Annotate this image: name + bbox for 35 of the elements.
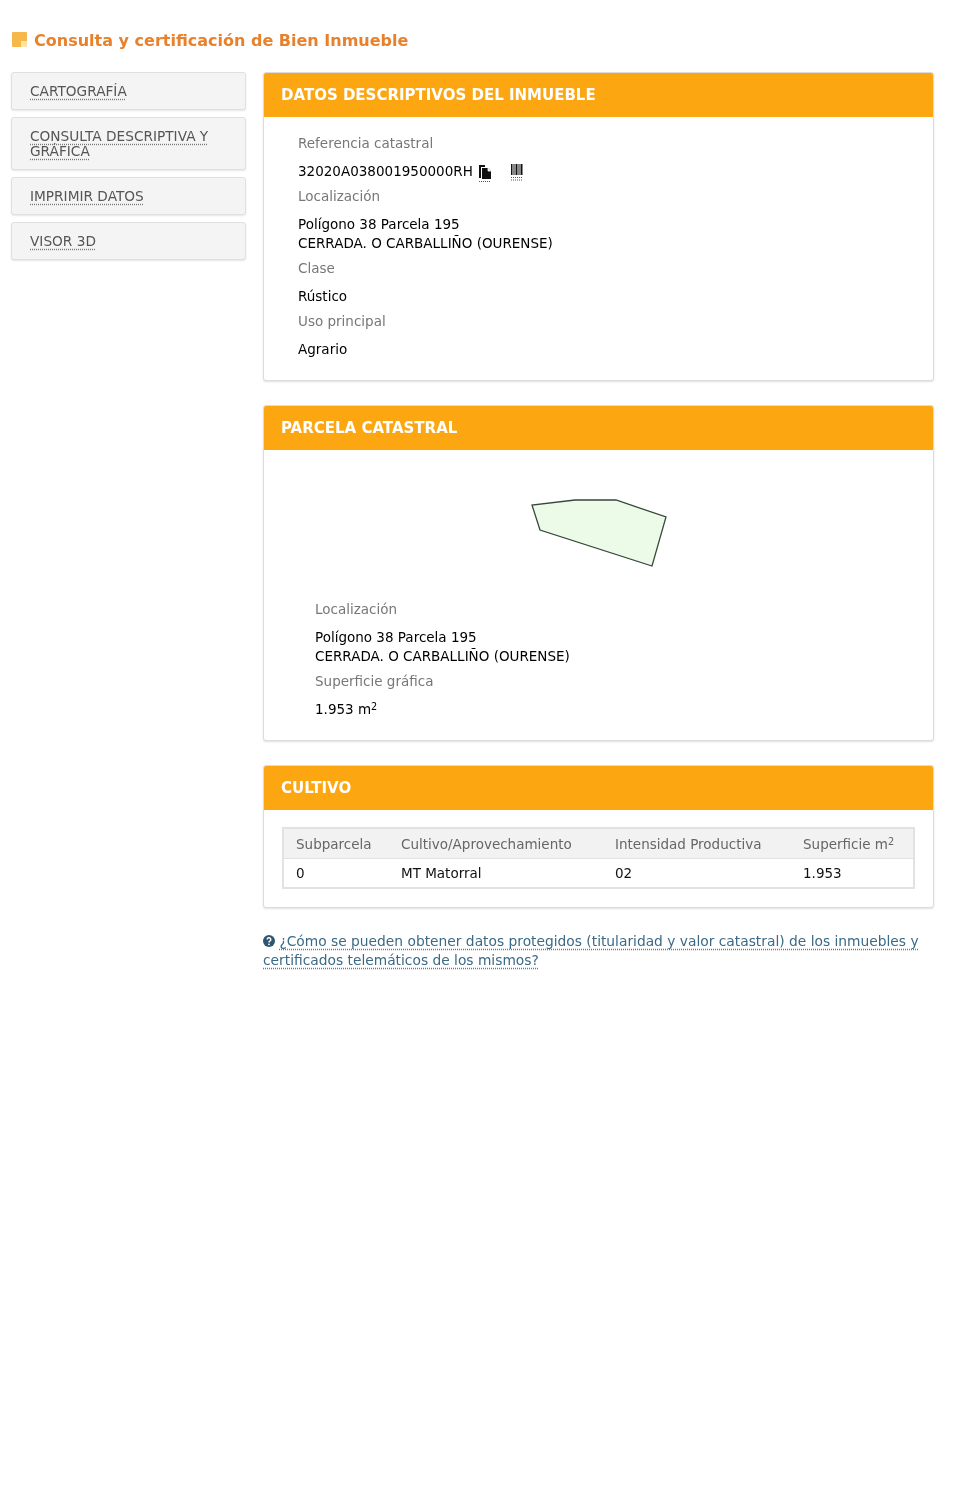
field-label: Localización	[315, 600, 399, 619]
field-label: Superficie gráfica	[315, 672, 435, 691]
column-header: Intensidad Productiva	[603, 828, 791, 859]
panel-header: PARCELA CATASTRAL	[264, 406, 933, 450]
field-value: 32020A038001950000RH	[298, 162, 473, 181]
table-cell: MT Matorral	[389, 858, 603, 888]
help-link[interactable]: ¿Cómo se pueden obtener datos protegidos (titularidad y valor catastral) de los inmuebles y certificados telemáticos de los mismos?	[263, 932, 934, 970]
copy-icon[interactable]	[477, 164, 492, 182]
table-cell: 1.953	[791, 858, 914, 888]
table-cell: 02	[603, 858, 791, 888]
field-value: CERRADA. O CARBALLIÑO (OURENSE)	[315, 647, 570, 666]
field-value: CERRADA. O CARBALLIÑO (OURENSE)	[298, 234, 553, 253]
field-value: Rústico	[298, 287, 348, 306]
field-value: Agrario	[298, 340, 348, 359]
column-header: Cultivo/Aprovechamiento	[389, 828, 603, 859]
field-label: Localización	[298, 187, 382, 206]
sidebar-link[interactable]: CARTOGRAFÍA	[11, 72, 246, 110]
table-cell: 0	[283, 858, 389, 888]
page-title: Consulta y certificación de Bien Inmueble	[34, 30, 409, 52]
field-label: Clase	[298, 259, 336, 278]
sidebar-link[interactable]: CONSULTA DESCRIPTIVA Y GRÁFICA	[11, 117, 246, 170]
help-icon	[263, 935, 275, 947]
sidebar-link[interactable]: IMPRIMIR DATOS	[11, 177, 246, 215]
column-header: Subparcela	[283, 828, 389, 859]
field-label: Uso principal	[298, 312, 387, 331]
field-value: Polígono 38 Parcela 195	[315, 628, 477, 647]
field-label: Referencia catastral	[298, 134, 435, 153]
barcode-icon[interactable]	[509, 162, 524, 181]
field-value: Polígono 38 Parcela 195	[298, 215, 460, 234]
panel-header: DATOS DESCRIPTIVOS DEL INMUEBLE	[264, 73, 933, 117]
square-icon	[12, 32, 27, 47]
field-value: 1.953 m$^{2}$	[315, 700, 378, 719]
sidebar-link[interactable]: VISOR 3D	[11, 222, 246, 260]
column-header: Superficie m$^{2}$	[791, 828, 914, 859]
panel-header: CULTIVO	[264, 766, 933, 810]
